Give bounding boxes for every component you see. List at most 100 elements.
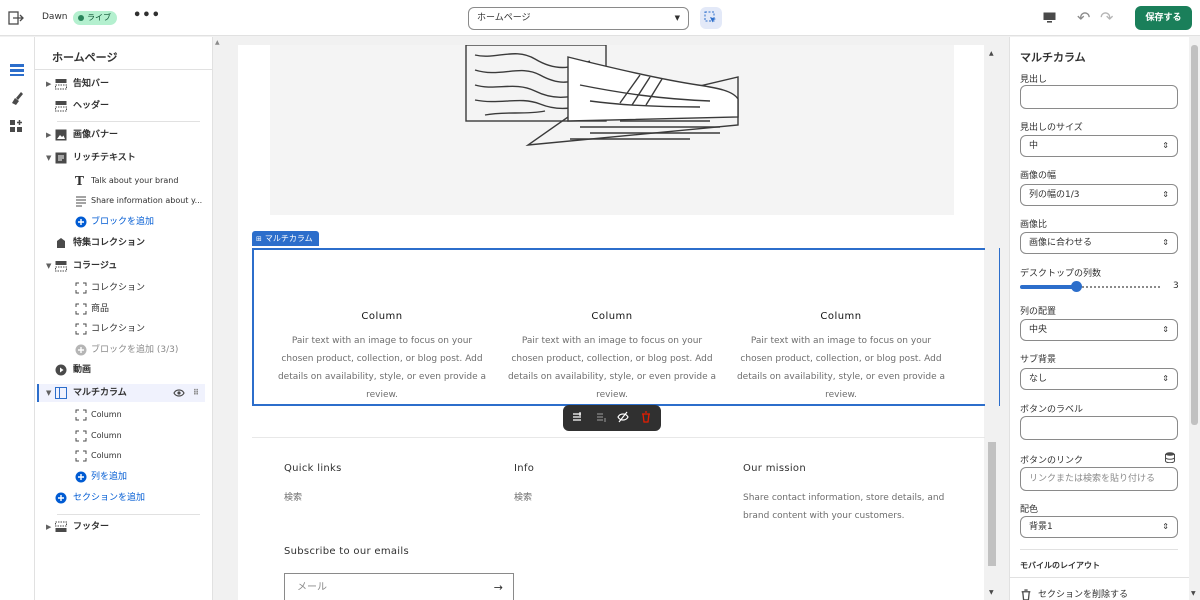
- select-caret-icon: ⇕: [1162, 325, 1169, 334]
- block-label: コレクション: [91, 324, 146, 334]
- scroll-down-icon[interactable]: ▼: [989, 589, 994, 596]
- section-header[interactable]: ヘッダー: [35, 97, 213, 115]
- footer-link[interactable]: 検索: [514, 489, 532, 507]
- footer-divider: [252, 437, 998, 438]
- more-actions-button[interactable]: •••: [133, 8, 161, 23]
- hide-eye-icon[interactable]: [617, 411, 629, 423]
- save-button[interactable]: 保存する: [1135, 6, 1192, 30]
- section-label: コラージュ: [73, 261, 118, 271]
- heading-size-label: 見出しのサイズ: [1020, 123, 1083, 133]
- divider: [57, 121, 200, 122]
- select-caret-icon: ⇕: [1162, 374, 1169, 383]
- add-column-button[interactable]: 列を追加: [35, 468, 213, 486]
- column-block[interactable]: Column Pair text with an image to focus …: [277, 311, 487, 404]
- button-label-input[interactable]: [1020, 416, 1178, 440]
- button-link-input[interactable]: リンクまたは検索を貼り付ける: [1020, 467, 1178, 491]
- block-collection[interactable]: コレクション: [35, 279, 213, 297]
- section-collage[interactable]: ▼ コラージュ: [35, 257, 213, 275]
- left-panel-scrollbar[interactable]: ▲: [213, 37, 224, 600]
- apps-icon[interactable]: [9, 119, 25, 133]
- column-block[interactable]: Column Pair text with an image to focus …: [507, 311, 717, 404]
- footer-icon: [55, 521, 67, 532]
- scrollbar-thumb[interactable]: [988, 442, 996, 566]
- image-banner[interactable]: [270, 44, 954, 215]
- sub-background-select[interactable]: なし ⇕: [1020, 368, 1178, 390]
- inspector-toggle-button[interactable]: [700, 7, 722, 29]
- section-label: マルチカラム: [73, 388, 127, 398]
- block-column[interactable]: Column: [35, 427, 213, 445]
- add-section-button[interactable]: セクションを追加: [35, 489, 213, 507]
- undo-icon[interactable]: ↶: [1077, 8, 1090, 27]
- delete-section-button[interactable]: セクションを削除する: [1020, 587, 1128, 600]
- column-align-select[interactable]: 中央 ⇕: [1020, 319, 1178, 341]
- rich-text-icon: [55, 152, 67, 164]
- chevron-right-icon: ▶: [46, 523, 52, 531]
- section-video[interactable]: 動画: [35, 361, 213, 379]
- image-ratio-select[interactable]: 画像に合わせる ⇕: [1020, 232, 1178, 254]
- scrollbar-thumb[interactable]: [1191, 45, 1198, 425]
- eye-icon[interactable]: [173, 388, 185, 398]
- section-featured-collection[interactable]: 特集コレクション: [35, 234, 213, 252]
- sections-icon[interactable]: [9, 63, 25, 77]
- heading-input[interactable]: [1020, 85, 1178, 109]
- section-label: ヘッダー: [73, 101, 110, 111]
- settings-scrollbar[interactable]: ▼: [1189, 37, 1200, 600]
- block-label: コレクション: [91, 283, 146, 293]
- block-frame-icon: [75, 303, 87, 315]
- icon-rail: [0, 37, 35, 600]
- desktop-columns-slider[interactable]: [1020, 281, 1160, 292]
- scroll-up-icon[interactable]: ▲: [215, 39, 220, 46]
- page-select[interactable]: ホームページ ▼: [468, 7, 689, 30]
- page-select-value: ホームページ: [477, 13, 531, 23]
- preview-scrollbar[interactable]: ▲ ▼: [985, 37, 999, 600]
- newsletter-email-input[interactable]: メール →: [284, 573, 514, 600]
- section-image-banner[interactable]: ▶ 画像バナー: [35, 126, 213, 144]
- theme-settings-brush-icon[interactable]: [9, 91, 25, 105]
- block-column[interactable]: Column: [35, 406, 213, 424]
- section-announcement-bar[interactable]: ▶ 告知バー: [35, 75, 213, 93]
- image-width-select[interactable]: 列の幅の1/3 ⇕: [1020, 184, 1178, 206]
- top-bar: Dawn ライブ ••• ホームページ ▼ ↶ ↷ 保存する: [0, 0, 1200, 36]
- scroll-down-icon[interactable]: ▼: [1191, 590, 1196, 597]
- color-scheme-select[interactable]: 背景1 ⇕: [1020, 516, 1178, 538]
- section-rich-text[interactable]: ▼ リッチテキスト: [35, 149, 213, 167]
- button-label-label: ボタンのラベル: [1020, 405, 1084, 415]
- section-tag[interactable]: ⊞ マルチカラム: [252, 231, 319, 246]
- section-tag-label: マルチカラム: [264, 234, 313, 243]
- select-caret-icon: ⇕: [1162, 522, 1169, 531]
- heading-size-select[interactable]: 中 ⇕: [1020, 135, 1178, 157]
- block-product[interactable]: 商品: [35, 300, 213, 318]
- block-heading[interactable]: T Talk about your brand: [35, 172, 213, 190]
- chevron-down-icon: ▼: [674, 14, 680, 22]
- footer-link[interactable]: 検索: [284, 489, 302, 507]
- block-label: Column: [91, 410, 122, 419]
- block-frame-icon: [75, 282, 87, 294]
- collection-tag-icon: [57, 238, 65, 248]
- block-text[interactable]: Share information about y...: [35, 192, 213, 210]
- dynamic-source-database-icon[interactable]: [1165, 452, 1175, 463]
- move-down-icon[interactable]: [595, 411, 607, 423]
- add-block-button[interactable]: ブロックを追加: [35, 213, 213, 231]
- delete-trash-icon[interactable]: [640, 411, 652, 423]
- move-up-icon[interactable]: [571, 411, 583, 423]
- theme-name: Dawn: [42, 12, 68, 22]
- redo-icon[interactable]: ↷: [1100, 8, 1113, 27]
- multicolumn-icon: [55, 387, 67, 399]
- slider-thumb[interactable]: [1071, 281, 1082, 292]
- scroll-up-icon[interactable]: ▲: [989, 50, 994, 57]
- section-multicolumn[interactable]: ▼ マルチカラム ⠿: [37, 384, 205, 402]
- desktop-preview-icon[interactable]: [1043, 12, 1056, 23]
- button-link-label: ボタンのリンク: [1020, 456, 1084, 466]
- block-column[interactable]: Column: [35, 447, 213, 465]
- quick-links-heading: Quick links: [284, 463, 342, 474]
- column-block[interactable]: Column Pair text with an image to focus …: [736, 311, 946, 404]
- section-label: 告知バー: [73, 79, 110, 89]
- mission-heading: Our mission: [743, 463, 806, 474]
- section-footer[interactable]: ▶ フッター: [35, 518, 213, 536]
- drag-handle-icon[interactable]: ⠿: [193, 384, 199, 402]
- add-section-label: セクションを追加: [73, 493, 146, 503]
- chevron-right-icon: ▶: [46, 80, 52, 88]
- arrow-right-icon[interactable]: →: [494, 574, 503, 600]
- exit-icon[interactable]: [8, 11, 24, 25]
- block-collection[interactable]: コレクション: [35, 320, 213, 338]
